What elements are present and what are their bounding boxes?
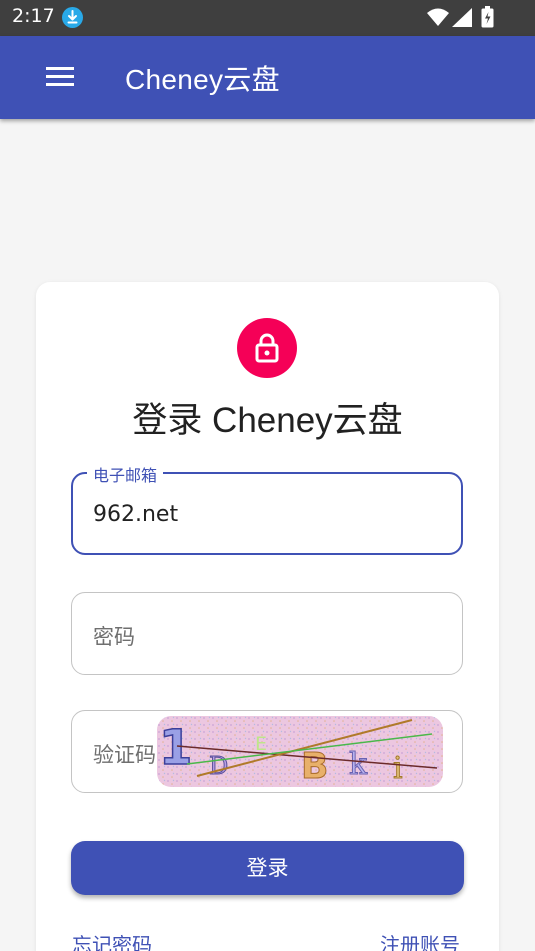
page: 2:17 Cheney云盘 登录 Cheney云盘 电子邮箱 962.net 密… — [0, 0, 535, 951]
status-time: 2:17 — [12, 5, 55, 27]
register-link[interactable]: 注册账号 — [380, 929, 460, 951]
app-title: Cheney云盘 — [125, 64, 280, 95]
password-placeholder: 密码 — [93, 625, 135, 649]
svg-text:D: D — [209, 752, 228, 780]
login-heading: 登录 Cheney云盘 — [132, 401, 403, 440]
email-label: 电子邮箱 — [87, 462, 164, 486]
lock-icon — [237, 318, 297, 378]
svg-text:B: B — [301, 746, 328, 787]
status-bar: 2:17 — [0, 0, 535, 36]
download-icon — [62, 7, 83, 28]
login-card: 登录 Cheney云盘 电子邮箱 962.net 密码 验证码 1 D E B … — [36, 282, 499, 951]
svg-text:k: k — [349, 747, 368, 782]
email-value[interactable]: 962.net — [93, 502, 178, 527]
login-button[interactable]: 登录 — [71, 841, 464, 895]
captcha-field[interactable]: 验证码 1 D E B k i — [71, 710, 463, 793]
battery-icon — [481, 6, 494, 32]
svg-text:E: E — [255, 733, 267, 755]
forgot-password-link[interactable]: 忘记密码 — [72, 929, 152, 951]
password-field[interactable]: 密码 — [71, 592, 463, 675]
svg-text:i: i — [393, 751, 403, 786]
signal-icon — [452, 8, 472, 31]
email-field[interactable]: 电子邮箱 962.net — [71, 462, 463, 555]
captcha-placeholder: 验证码 — [93, 743, 156, 767]
captcha-image[interactable]: 1 D E B k i — [157, 716, 443, 787]
svg-text:1: 1 — [159, 720, 192, 776]
menu-icon[interactable] — [46, 67, 74, 87]
app-bar: Cheney云盘 — [0, 36, 535, 119]
wifi-icon — [427, 8, 449, 30]
